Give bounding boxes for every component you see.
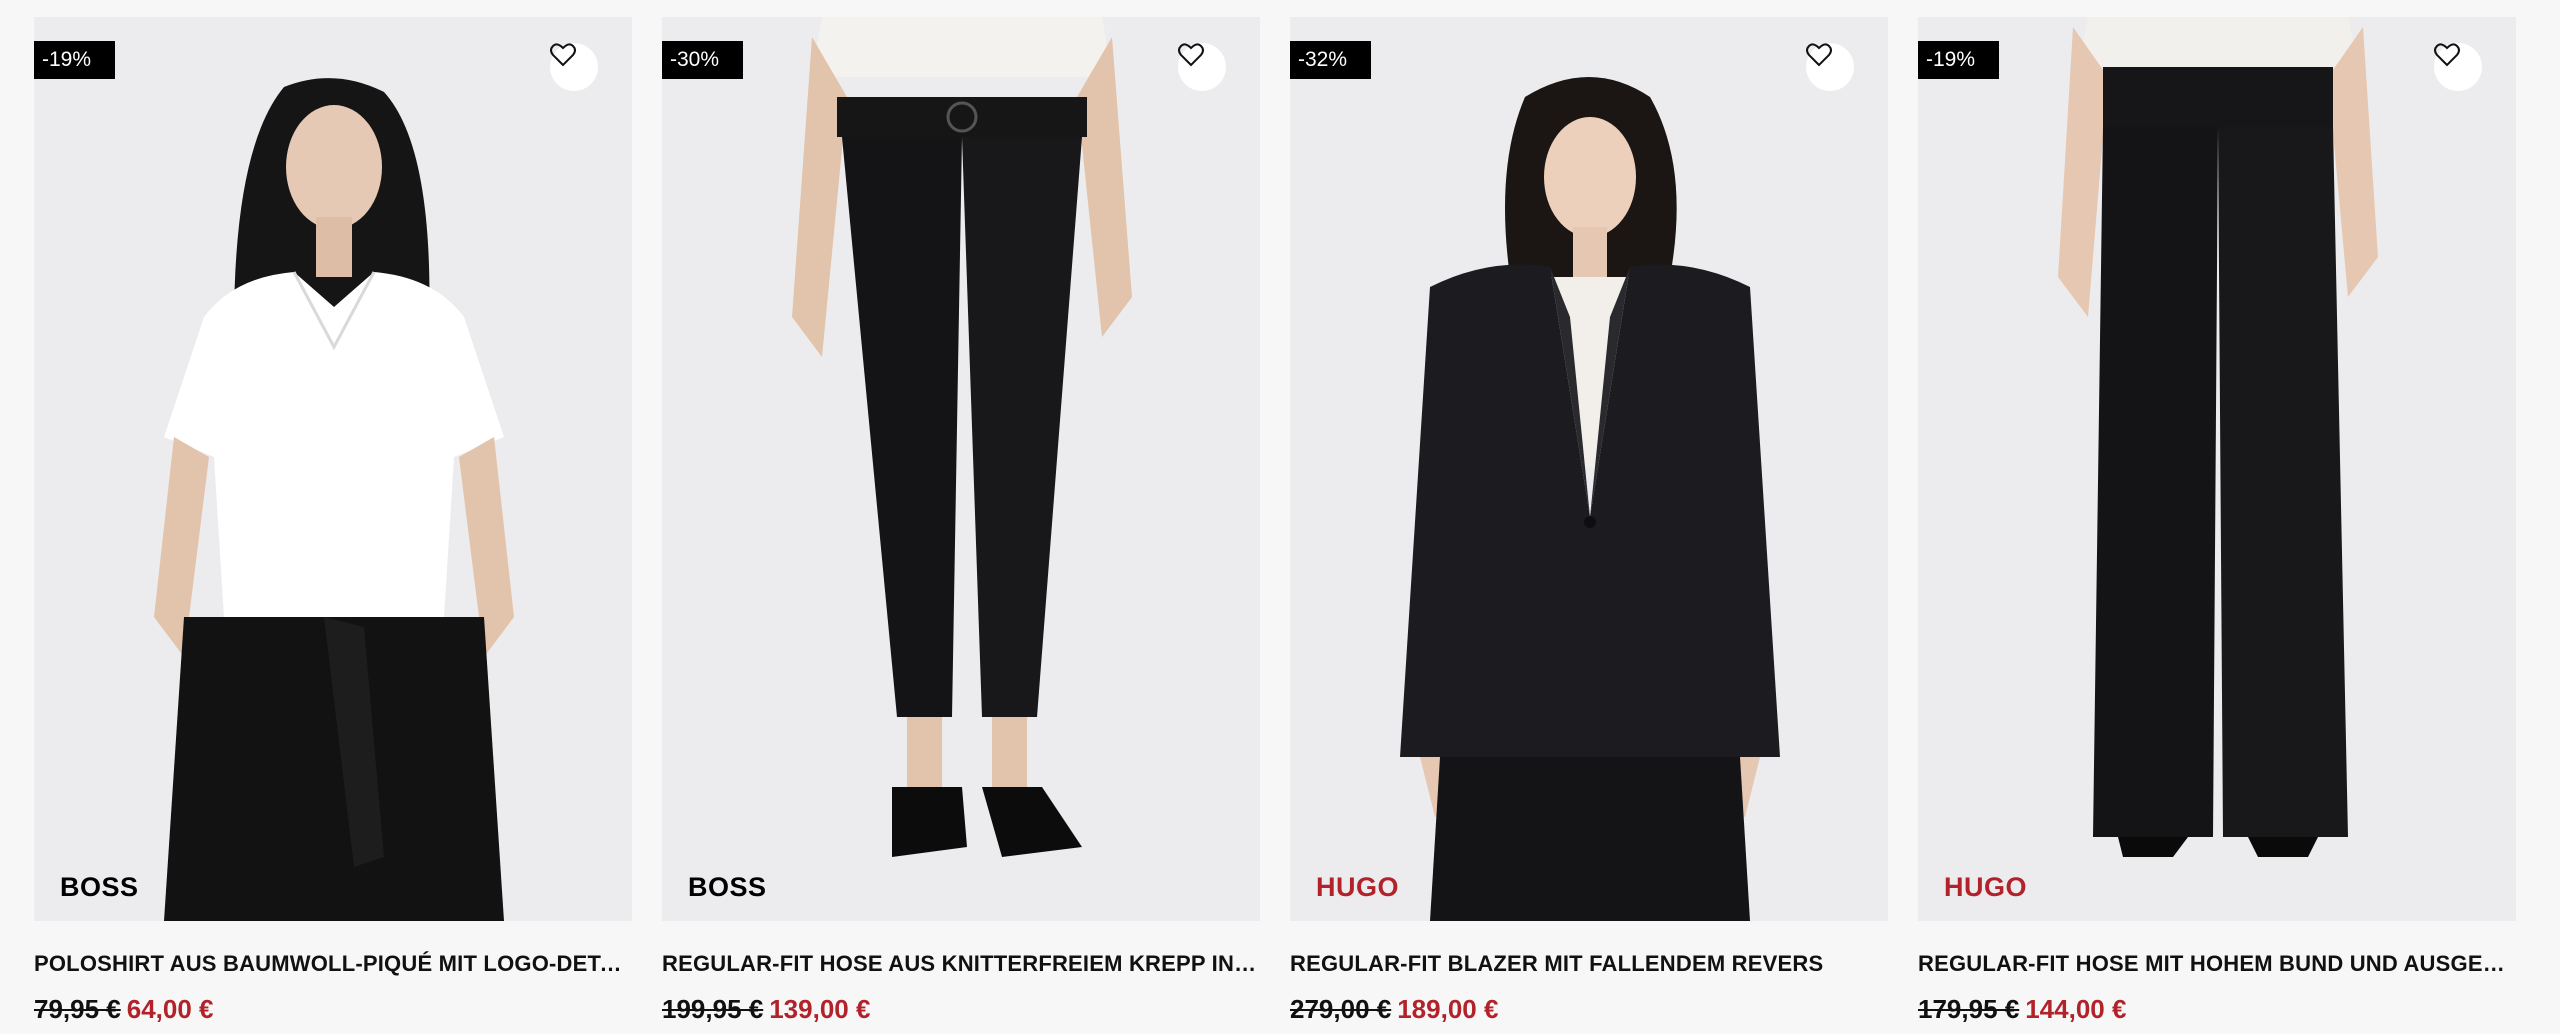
heart-outline-icon bbox=[1178, 43, 1204, 67]
discount-badge: -30% bbox=[662, 41, 744, 79]
product-image[interactable]: -32% HUGO bbox=[1290, 17, 1888, 921]
product-title[interactable]: REGULAR-FIT BLAZER MIT FALLENDEM REVERS bbox=[1290, 951, 1888, 977]
brand-label: HUGO bbox=[1316, 872, 1399, 902]
wishlist-button[interactable] bbox=[1806, 43, 1854, 91]
sale-price: 139,00 € bbox=[769, 994, 871, 1024]
product-photo-polo bbox=[34, 17, 632, 921]
heart-outline-icon bbox=[550, 43, 576, 67]
price-block: 79,95 €64,00 € bbox=[34, 994, 214, 1025]
product-card[interactable]: -19% BOSS POLOSHIRT AUS BAUMWOLL-PIQUÉ M… bbox=[34, 17, 632, 1034]
product-title[interactable]: REGULAR-FIT HOSE AUS KNITTERFREIEM KREPP… bbox=[662, 951, 1260, 977]
product-photo-trousers bbox=[662, 17, 1260, 921]
product-image[interactable]: -30% BOSS bbox=[662, 17, 1260, 921]
price-block: 199,95 €139,00 € bbox=[662, 994, 870, 1025]
product-grid: -19% BOSS POLOSHIRT AUS BAUMWOLL-PIQUÉ M… bbox=[0, 0, 2560, 1034]
heart-outline-icon bbox=[2434, 43, 2460, 67]
product-photo-wide-trousers bbox=[1918, 17, 2516, 921]
heart-outline-icon bbox=[1806, 43, 1832, 67]
price-block: 179,95 €144,00 € bbox=[1918, 994, 2126, 1025]
price-block: 279,00 €189,00 € bbox=[1290, 994, 1498, 1025]
wishlist-button[interactable] bbox=[1178, 43, 1226, 91]
wishlist-button[interactable] bbox=[2434, 43, 2482, 91]
brand-label: HUGO bbox=[1944, 872, 2027, 902]
discount-badge: -32% bbox=[1290, 41, 1372, 79]
brand-label: BOSS bbox=[688, 872, 767, 902]
original-price: 199,95 € bbox=[662, 994, 764, 1024]
product-image[interactable]: -19% BOSS bbox=[34, 17, 632, 921]
product-image[interactable]: -19% HUGO bbox=[1918, 17, 2516, 921]
product-card[interactable]: -32% HUGO REGULAR-FIT BLAZER MIT FALLEND… bbox=[1290, 17, 1888, 1034]
discount-badge: -19% bbox=[34, 41, 116, 79]
brand-label: BOSS bbox=[60, 872, 139, 902]
wishlist-button[interactable] bbox=[550, 43, 598, 91]
original-price: 179,95 € bbox=[1918, 994, 2020, 1024]
sale-price: 64,00 € bbox=[126, 994, 214, 1024]
product-card[interactable]: -30% BOSS REGULAR-FIT HOSE AUS KNITTERFR… bbox=[662, 17, 1260, 1034]
sale-price: 144,00 € bbox=[2025, 994, 2127, 1024]
product-photo-blazer bbox=[1290, 17, 1888, 921]
sale-price: 189,00 € bbox=[1397, 994, 1499, 1024]
discount-badge: -19% bbox=[1918, 41, 2000, 79]
product-card[interactable]: -19% HUGO REGULAR-FIT HOSE MIT HOHEM BUN… bbox=[1918, 17, 2516, 1034]
product-title[interactable]: REGULAR-FIT HOSE MIT HOHEM BUND UND AUSG… bbox=[1918, 951, 2516, 977]
original-price: 279,00 € bbox=[1290, 994, 1392, 1024]
original-price: 79,95 € bbox=[34, 994, 121, 1024]
product-title[interactable]: POLOSHIRT AUS BAUMWOLL-PIQUÉ MIT LOGO-DE… bbox=[34, 951, 632, 977]
